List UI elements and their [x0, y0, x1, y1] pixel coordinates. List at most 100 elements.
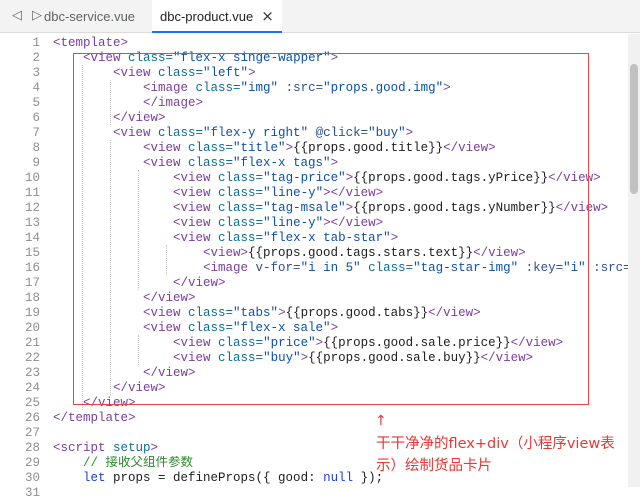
- code-token: class=: [180, 156, 234, 170]
- code-line[interactable]: <view>{{props.good.tags.stars.text}}</vi…: [53, 246, 628, 261]
- code-token: ></view>: [323, 216, 384, 230]
- code-token: setup: [105, 441, 151, 455]
- line-number: 30: [24, 471, 40, 485]
- code-token: "img": [240, 81, 279, 95]
- vertical-scrollbar[interactable]: [628, 34, 640, 487]
- tab-dbc-service[interactable]: dbc-service.vue: [36, 0, 152, 33]
- code-line[interactable]: <view class="tag-price">{{props.good.tag…: [53, 171, 628, 186]
- code-line[interactable]: <view class="tabs">{{props.good.tabs}}</…: [53, 306, 628, 321]
- code-line[interactable]: <template>: [53, 36, 628, 51]
- code-line[interactable]: </view>: [53, 111, 628, 126]
- code-token: <view: [143, 156, 181, 170]
- code-line[interactable]: <view class="price">{{props.good.sale.pr…: [53, 336, 628, 351]
- code-line[interactable]: <view class="flex-x singe-wapper">: [53, 51, 628, 66]
- code-token: >: [330, 51, 339, 65]
- line-number: 1: [32, 36, 40, 50]
- code-line[interactable]: <view class="flex-x tab-star">: [53, 231, 628, 246]
- code-token: <view: [143, 321, 181, 335]
- code-token: </view>: [548, 171, 601, 185]
- code-line[interactable]: </view>: [53, 276, 628, 291]
- code-token: <view: [143, 306, 181, 320]
- code-token: <view: [173, 186, 211, 200]
- code-token: "tabs": [233, 306, 279, 320]
- code-token: {{props.good.tags.yNumber}}: [353, 201, 556, 215]
- code-line[interactable]: </image>: [53, 96, 628, 111]
- code-line[interactable]: <view class="title">{{props.good.title}}…: [53, 141, 628, 156]
- code-token: {{props.good.sale.buy}}: [308, 351, 481, 365]
- code-token: <view: [173, 336, 211, 350]
- tab-dbc-product[interactable]: dbc-product.vue ×: [152, 0, 282, 33]
- code-token: "props.good.img": [323, 81, 444, 95]
- code-token: class=: [180, 306, 234, 320]
- code-token: </view>: [173, 276, 226, 290]
- code-token: >: [300, 351, 309, 365]
- code-token: <view>: [203, 246, 249, 260]
- code-token: {{props.good.sale.price}}: [323, 336, 511, 350]
- line-number: 29: [24, 456, 40, 470]
- code-token: :src=: [278, 81, 324, 95]
- indent-guide: [110, 80, 111, 125]
- code-line[interactable]: </view>: [53, 366, 628, 381]
- code-line[interactable]: </view>: [53, 396, 628, 411]
- line-number: 9: [32, 156, 40, 170]
- code-token: "flex-x tags": [233, 156, 331, 170]
- line-number: 11: [24, 186, 40, 200]
- code-token: </view>: [480, 351, 534, 365]
- code-editor[interactable]: 1 2 3 4 5 6 7 8 9 10 11 12 13 14 15 16 17 18 19 20 21 22 23 24 2…: [0, 34, 640, 500]
- nav-back-icon[interactable]: ◁: [10, 8, 24, 24]
- code-line[interactable]: <view class="line-y"></view>: [53, 186, 628, 201]
- scrollbar-thumb[interactable]: [630, 64, 638, 194]
- code-token: "left": [203, 66, 249, 80]
- line-number: 2: [32, 51, 40, 65]
- line-number: 12: [24, 201, 40, 215]
- code-token: "flex-x tab-star": [263, 231, 391, 245]
- indent-guide: [138, 170, 139, 290]
- line-number: 23: [24, 366, 40, 380]
- code-token: >: [330, 321, 339, 335]
- code-token: :src=: [585, 261, 628, 275]
- code-line[interactable]: <view class="flex-x tags">: [53, 156, 628, 171]
- tab-label: dbc-service.vue: [44, 9, 136, 24]
- code-line[interactable]: <view class="left">: [53, 66, 628, 81]
- code-line[interactable]: [53, 486, 628, 501]
- code-line[interactable]: </view>: [53, 381, 628, 396]
- line-number: 3: [32, 66, 40, 80]
- code-line[interactable]: <view class="flex-y right" @click="buy">: [53, 126, 628, 141]
- code-token: >: [405, 126, 414, 140]
- code-token: {{props.good.tags.yPrice}}: [353, 171, 549, 185]
- code-line[interactable]: <view class="buy">{{props.good.sale.buy}…: [53, 351, 628, 366]
- code-line[interactable]: <view class="tag-msale">{{props.good.tag…: [53, 201, 628, 216]
- code-token: class=: [210, 336, 264, 350]
- code-token: <view: [143, 141, 181, 155]
- code-line[interactable]: </view>: [53, 291, 628, 306]
- code-token: class=: [210, 201, 264, 215]
- code-line[interactable]: <view class="line-y"></view>: [53, 216, 628, 231]
- code-token: <image: [143, 81, 189, 95]
- code-token: <image: [203, 261, 249, 275]
- code-line[interactable]: </template>: [53, 411, 628, 426]
- code-token: </view>: [143, 291, 196, 305]
- close-icon[interactable]: ×: [261, 0, 274, 33]
- tab-label: dbc-product.vue: [160, 9, 254, 24]
- code-line[interactable]: <image v-for="i in 5" class="tag-star-im…: [53, 261, 628, 276]
- code-line[interactable]: <view class="flex-x sale">: [53, 321, 628, 336]
- code-token: <view: [113, 126, 151, 140]
- line-number: 16: [24, 261, 40, 275]
- code-token: </view>: [83, 396, 136, 410]
- code-token: "line-y": [263, 186, 324, 200]
- code-line[interactable]: <image class="img" :src="props.good.img"…: [53, 81, 628, 96]
- line-number: 26: [24, 411, 40, 425]
- code-token: <view: [173, 231, 211, 245]
- code-token: class=: [210, 171, 264, 185]
- code-token: <script: [53, 441, 106, 455]
